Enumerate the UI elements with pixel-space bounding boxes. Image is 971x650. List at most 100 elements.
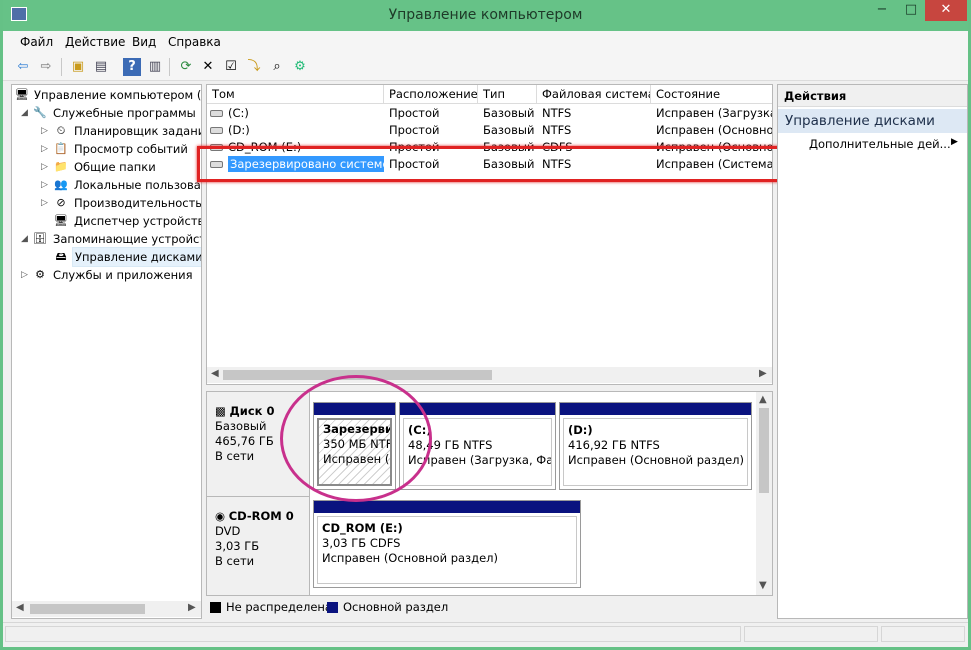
status-bar: [3, 622, 968, 644]
help-icon[interactable]: ?: [123, 58, 141, 76]
partition-status: Исправен (Основной раздел): [568, 453, 745, 467]
storage-icon: 🗄: [33, 232, 47, 245]
cdrom-0-label[interactable]: ◉ CD-ROM 0 DVD 3,03 ГБ В сети: [207, 496, 310, 595]
tree-item-label: Службы и приложения: [53, 268, 193, 282]
open-folder-icon[interactable]: ⤵: [245, 58, 263, 76]
tree-item-event-viewer[interactable]: ▷ 📋 Просмотр событий: [12, 140, 201, 158]
partition-cdrom[interactable]: CD_ROM (E:) 3,03 ГБ CDFS Исправен (Основ…: [313, 500, 581, 588]
volume-layout: Простой: [389, 106, 440, 120]
title-bar[interactable]: Управление компьютером − □ ✕: [3, 0, 968, 31]
settings-icon[interactable]: ⚙: [291, 58, 309, 76]
tree-horizontal-scrollbar[interactable]: ◀ ▶: [12, 601, 201, 617]
expand-arrow-icon[interactable]: ▷: [41, 140, 51, 158]
back-icon[interactable]: ⇦: [14, 58, 32, 76]
column-header-filesystem[interactable]: Файловая система: [537, 85, 651, 104]
disk-status: В сети: [215, 554, 255, 568]
tree-item-storage[interactable]: ◢ 🗄 Запоминающие устройст: [12, 230, 201, 248]
tree-item-task-scheduler[interactable]: ▷ ⏲ Планировщик заданий: [12, 122, 201, 140]
scroll-down-icon[interactable]: ▼: [759, 580, 767, 591]
toolbar-separator: [169, 58, 170, 76]
scroll-left-icon[interactable]: ◀: [16, 602, 24, 613]
expand-arrow-icon[interactable]: ▷: [41, 194, 51, 212]
column-header-type[interactable]: Тип: [478, 85, 537, 104]
tree-item-performance[interactable]: ▷ ⊘ Производительность: [12, 194, 201, 212]
table-row[interactable]: (D:) Простой Базовый NTFS Исправен (Осно…: [207, 122, 772, 139]
tree-item-label: Управление дисками: [72, 247, 201, 267]
console-tree[interactable]: 🖥 Управление компьютером (л ◢ 🔧 Служебны…: [11, 84, 202, 619]
volume-filesystem: NTFS: [542, 106, 572, 120]
tree-item-shared-folders[interactable]: ▷ 📁 Общие папки: [12, 158, 201, 176]
search-icon[interactable]: ⌕: [268, 58, 286, 76]
menu-view[interactable]: Вид: [132, 35, 156, 49]
scroll-left-icon[interactable]: ◀: [211, 368, 219, 379]
column-header-layout[interactable]: Расположение: [384, 85, 478, 104]
partition-size: 416,92 ГБ NTFS: [568, 438, 660, 452]
table-row[interactable]: (C:) Простой Базовый NTFS Исправен (Загр…: [207, 105, 772, 122]
partition-status: Исправен (Основной раздел): [322, 551, 499, 565]
volume-list[interactable]: Том Расположение Тип Файловая система Со…: [206, 84, 773, 385]
scroll-up-icon[interactable]: ▲: [759, 394, 767, 405]
menu-help[interactable]: Справка: [168, 35, 221, 49]
expand-arrow-icon[interactable]: ▷: [41, 176, 51, 194]
primary-partition-bar: [560, 403, 751, 415]
tree-item-device-manager[interactable]: 🖥 Диспетчер устройств: [12, 212, 201, 230]
tree-item-system-tools[interactable]: ◢ 🔧 Служебные программы: [12, 104, 201, 122]
menu-bar: Файл Действие Вид Справка: [3, 31, 968, 53]
tree-item-services-apps[interactable]: ▷ ⚙ Службы и приложения: [12, 266, 201, 284]
show-hide-tree-icon[interactable]: ▤: [92, 58, 110, 76]
delete-icon[interactable]: ✕: [199, 58, 217, 76]
maximize-button[interactable]: □: [898, 0, 924, 21]
volume-name: (D:): [228, 123, 250, 137]
scrollbar-thumb[interactable]: [30, 604, 145, 614]
status-pane: [744, 626, 878, 642]
tree-item-label: Запоминающие устройст: [53, 232, 202, 246]
volume-type: Базовый: [483, 123, 535, 137]
partition-status: Исправен (Загрузка, Файл: [408, 453, 552, 467]
properties-panel-icon[interactable]: ▥: [146, 58, 164, 76]
collapse-arrow-icon[interactable]: ◢: [21, 230, 31, 248]
column-header-status[interactable]: Состояние: [651, 85, 772, 104]
tree-item-label: Общие папки: [74, 160, 156, 174]
legend-unallocated-swatch: [210, 602, 221, 613]
close-button[interactable]: ✕: [925, 0, 967, 21]
collapse-arrow-icon[interactable]: ◢: [21, 104, 31, 122]
partition-name: CD_ROM (E:): [322, 521, 403, 535]
forward-icon[interactable]: ⇨: [37, 58, 55, 76]
scrollbar-thumb[interactable]: [759, 408, 769, 493]
performance-icon: ⊘: [56, 196, 66, 209]
legend-primary-swatch: [327, 602, 338, 613]
primary-partition-bar: [314, 501, 580, 513]
properties-icon[interactable]: ☑: [222, 58, 240, 76]
expand-arrow-icon[interactable]: ▷: [21, 266, 31, 284]
refresh-icon[interactable]: ⟳: [177, 58, 195, 76]
legend-unallocated-label: Не распределена: [226, 600, 332, 614]
expand-arrow-icon[interactable]: ▷: [41, 158, 51, 176]
menu-action[interactable]: Действие: [65, 35, 125, 49]
minimize-button[interactable]: −: [869, 0, 895, 21]
column-header-volume[interactable]: Том: [207, 85, 384, 104]
scroll-right-icon[interactable]: ▶: [759, 368, 767, 379]
disk-view-vertical-scrollbar[interactable]: ▲ ▼: [756, 392, 772, 595]
tree-item-disk-management[interactable]: 🖴 Управление дисками: [12, 247, 201, 267]
tree-item-label: Диспетчер устройств: [74, 214, 202, 228]
more-actions-item[interactable]: Дополнительные дей...: [809, 137, 951, 151]
up-folder-icon[interactable]: ▣: [69, 58, 87, 76]
scroll-right-icon[interactable]: ▶: [188, 602, 196, 613]
tree-item-computer-management[interactable]: 🖥 Управление компьютером (л: [12, 86, 201, 104]
partition-name: (D:): [568, 423, 593, 437]
disk-name: Диск 0: [229, 404, 275, 418]
actions-section-disk-management[interactable]: Управление дисками: [778, 109, 967, 133]
annotation-circle: [280, 375, 432, 502]
actions-header: Действия: [778, 85, 967, 107]
device-manager-icon: 🖥: [54, 214, 68, 227]
volume-type: Базовый: [483, 106, 535, 120]
partition-d[interactable]: (D:) 416,92 ГБ NTFS Исправен (Основной р…: [559, 402, 752, 490]
menu-file[interactable]: Файл: [20, 35, 53, 49]
tree-item-local-users[interactable]: ▷ 👥 Локальные пользовате: [12, 176, 201, 194]
disk-management-icon: 🖴: [55, 250, 67, 263]
volume-list-horizontal-scrollbar[interactable]: ◀ ▶: [207, 367, 772, 383]
expand-arrow-icon[interactable]: ▷: [41, 122, 51, 140]
window-title: Управление компьютером: [388, 7, 583, 23]
volume-filesystem: NTFS: [542, 123, 572, 137]
disk-type: DVD: [215, 524, 241, 538]
